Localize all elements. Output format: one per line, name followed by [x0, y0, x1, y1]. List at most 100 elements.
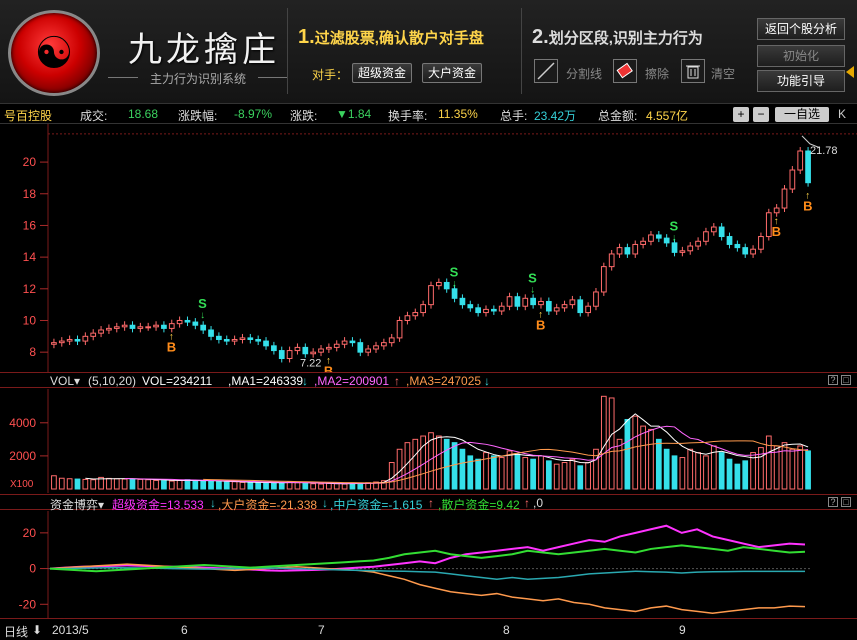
candle-body: [263, 340, 269, 347]
candle-body: [593, 291, 599, 307]
amount-value: 4.557亿: [646, 109, 689, 123]
date-tick: 8: [503, 623, 510, 637]
volume-bar: [742, 460, 749, 490]
candle-body: [459, 297, 466, 306]
help-icon[interactable]: ?: [828, 375, 838, 385]
candle-body: [522, 297, 529, 307]
candle-body: [294, 346, 301, 352]
volume-bar: [263, 482, 269, 490]
candle-body: [247, 337, 254, 340]
zoom-in-button[interactable]: +: [733, 107, 749, 122]
candle-body: [129, 324, 136, 329]
candle-body: [349, 340, 356, 344]
volume-bar: [577, 465, 584, 490]
candle-body: [467, 304, 474, 309]
volume-bar: [648, 428, 654, 490]
candle-body: [695, 240, 701, 247]
maximize-icon[interactable]: □: [841, 497, 851, 507]
volume-bar: [326, 482, 332, 490]
watchlist-button[interactable]: 一自选: [775, 107, 829, 122]
change-pct-label: 涨跌幅:: [178, 109, 218, 123]
volume-bar: [490, 455, 497, 490]
ma2-text: ,MA2=200901: [314, 374, 390, 388]
candle-body: [577, 299, 584, 314]
dragon-icon: ☯: [34, 27, 74, 79]
candle-body: [679, 250, 686, 253]
candle-body: [498, 305, 505, 312]
volume-bar: [51, 475, 57, 490]
volume-bar: [318, 483, 324, 490]
candle-body: [271, 345, 277, 352]
candle-body: [318, 348, 324, 353]
volume-bar: [294, 482, 301, 490]
large-fund-button[interactable]: 大户资金: [422, 63, 482, 83]
candle-body: [671, 242, 678, 253]
candle-body: [435, 281, 442, 287]
candle-body: [703, 231, 709, 242]
volume-bar: [121, 478, 128, 490]
volume-bar-chart[interactable]: 2000 4000 X100: [0, 389, 857, 493]
divider-line-label: 分割线: [566, 67, 603, 81]
candle-body: [145, 326, 152, 329]
help-icon[interactable]: ?: [828, 497, 838, 507]
divider: [287, 8, 288, 94]
amount-label: 总金额:: [598, 109, 638, 123]
period-arrow-icon[interactable]: ⬇: [32, 623, 42, 637]
maximize-icon[interactable]: □: [841, 375, 851, 385]
candle-body: [200, 324, 207, 331]
volume-bar: [726, 458, 733, 490]
volume-bar: [585, 462, 591, 490]
candle-body: [381, 342, 387, 347]
clear-tool[interactable]: [681, 59, 705, 83]
candle-body: [333, 343, 340, 348]
change-label: 涨跌:: [290, 109, 318, 123]
candle-body: [632, 243, 639, 255]
candle-body: [781, 188, 788, 209]
price-candlestick-chart[interactable]: 8101214161820↑B↑B↑B↑B↑BS↓S↓ S↓S↓21.787.22: [0, 124, 857, 372]
candle-body: [608, 253, 615, 268]
retail-fund-line: [49, 544, 806, 573]
volume-bar: [703, 455, 709, 490]
turnover-value: 11.35%: [438, 107, 478, 121]
date-tick: 7: [318, 623, 325, 637]
medium-fund-line: [50, 566, 805, 581]
candle-body: [530, 297, 536, 306]
sell-arrow-icon: ↓: [452, 278, 457, 289]
volume-bar: [176, 479, 183, 490]
volume-bar: [412, 438, 419, 490]
volume-bar: [420, 435, 427, 490]
y-tick-label: 0: [29, 562, 36, 576]
candle-body: [137, 326, 144, 329]
volume-bar: [129, 478, 136, 490]
volume-bar: [553, 463, 560, 490]
erase-tool[interactable]: [613, 59, 637, 83]
candle-body: [624, 247, 631, 255]
volume-bar: [522, 457, 529, 490]
step1-text: 过滤股票,确认散户对手盘: [314, 30, 484, 47]
candle-body: [192, 321, 199, 326]
change-value: ▼1.84: [336, 107, 372, 121]
initialize-button[interactable]: 初始化: [757, 45, 845, 67]
super-fund-button[interactable]: 超级资金: [352, 63, 412, 83]
erase-label: 擦除: [645, 67, 670, 81]
volume-bar: [506, 450, 513, 490]
volume-bar: [184, 479, 191, 490]
candle-body: [451, 288, 458, 299]
period-select[interactable]: 日线: [4, 623, 28, 640]
volume-indicator-select[interactable]: VOL▾: [50, 374, 80, 388]
candle-body: [176, 319, 183, 325]
volume-bar: [789, 448, 796, 490]
fund-flow-line-chart[interactable]: 20 0 -20: [0, 511, 857, 618]
fund-tail-text: ,0: [533, 496, 544, 510]
back-to-stock-button[interactable]: 返回个股分析: [757, 18, 845, 40]
volume-value: 18.68: [128, 107, 159, 121]
volume-bar: [545, 460, 552, 490]
volume-bar: [388, 462, 395, 490]
expand-arrow-icon[interactable]: [846, 66, 854, 78]
feature-guide-button[interactable]: 功能引导: [757, 70, 845, 92]
candle-body: [373, 345, 379, 350]
k-chart-button[interactable]: K: [834, 107, 850, 122]
divider-line-tool[interactable]: [534, 59, 558, 83]
candle-body: [121, 324, 128, 328]
zoom-out-button[interactable]: −: [753, 107, 769, 122]
